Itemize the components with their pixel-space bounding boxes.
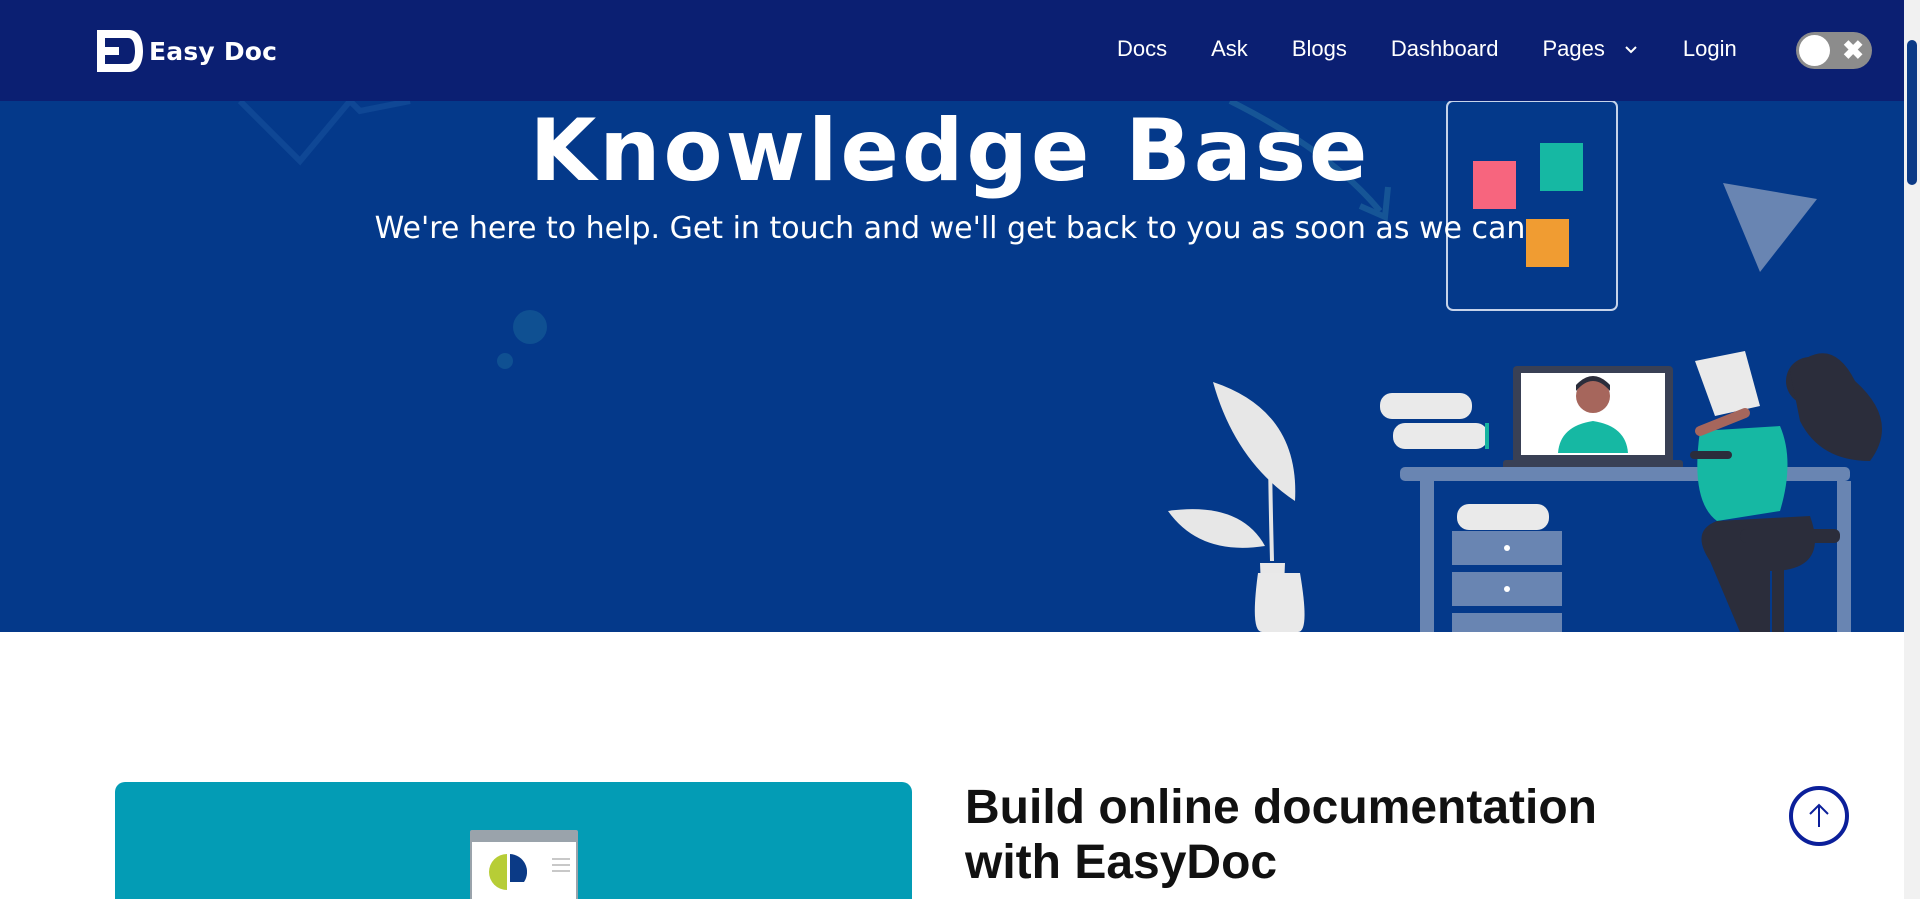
page-scrollbar[interactable] (1904, 0, 1920, 899)
scrollbar-thumb[interactable] (1907, 40, 1917, 185)
logo[interactable]: Easy Doc (95, 28, 277, 74)
nav-dashboard[interactable]: Dashboard (1391, 36, 1499, 62)
back-to-top-button[interactable] (1789, 786, 1849, 846)
brand-name: Easy Doc (149, 36, 278, 66)
hero-subtitle: We're here to help. Get in touch and we'… (374, 211, 1526, 246)
main-nav: Docs Ask Blogs Dashboard Pages Login (1117, 36, 1781, 62)
feature-title: Build online documentation with EasyDoc (965, 781, 1597, 889)
feature-image-card (115, 782, 912, 899)
nav-ask[interactable]: Ask (1211, 36, 1248, 62)
page-title: Knowledge Base (529, 101, 1371, 201)
browser-bar (472, 832, 576, 842)
hero-section: Knowledge Base We're here to help. Get i… (0, 101, 1904, 632)
pie-illustration (489, 854, 570, 890)
browser-illustration (470, 830, 578, 899)
nav-pages[interactable]: Pages (1543, 36, 1605, 62)
toggle-knob (1799, 35, 1830, 66)
nav-docs[interactable]: Docs (1117, 36, 1167, 62)
theme-toggle[interactable]: ✖ (1796, 32, 1872, 69)
nav-blogs[interactable]: Blogs (1292, 36, 1347, 62)
arrow-up-icon (1809, 803, 1829, 827)
navbar: Easy Doc Docs Ask Blogs Dashboard Pages … (0, 0, 1904, 101)
logo-icon (97, 30, 143, 72)
close-icon: ✖ (1842, 35, 1864, 65)
nav-login[interactable]: Login (1683, 36, 1737, 62)
chevron-down-icon[interactable] (1623, 41, 1639, 57)
